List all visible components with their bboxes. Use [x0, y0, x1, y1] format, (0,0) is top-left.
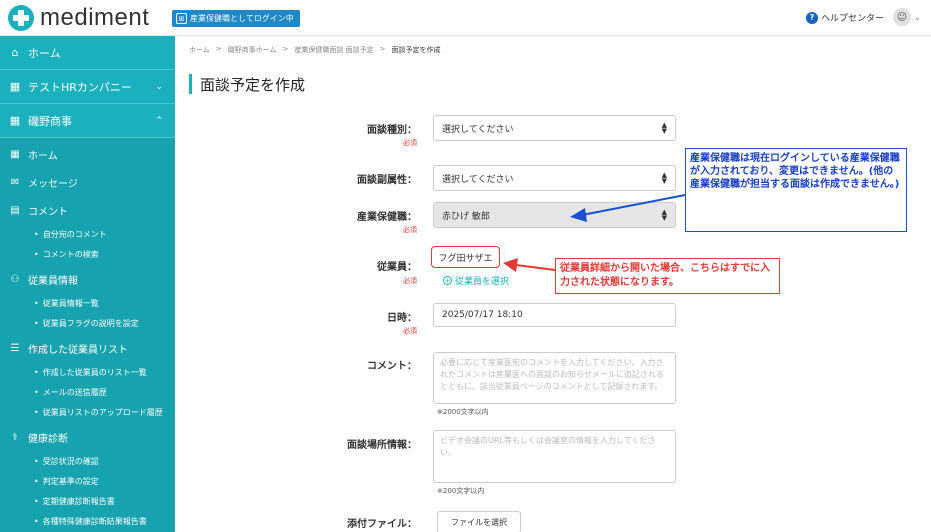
sidebar-item-comment-search[interactable]: コメントの検索: [34, 247, 99, 261]
sidebar-item-employee-info[interactable]: ⚇ 従業員情報: [8, 271, 78, 287]
sidebar-item-label: 作成した従業員リスト: [28, 344, 128, 356]
cross-logo-icon: [8, 5, 34, 31]
chevron-down-icon: ⌄: [155, 81, 163, 92]
hospital-icon: ⊞: [176, 13, 187, 24]
sidebar-submenu: [0, 138, 175, 532]
sidebar-item-label: 従業員情報: [28, 275, 78, 287]
home-icon: ⌂: [11, 46, 19, 59]
sidebar-item-label: メッセージ: [28, 178, 78, 190]
login-role-label: 産業保健職としてログイン中: [190, 14, 294, 23]
users-icon: ⚇: [10, 273, 20, 285]
sidebar-item-employee-list[interactable]: 従業員情報一覧: [34, 296, 99, 310]
breadcrumb-client-home[interactable]: 磯野商事ホーム: [228, 45, 277, 55]
interview-type-select[interactable]: 選択してください ▲ ▼: [433, 115, 676, 141]
mail-icon: ✉: [10, 176, 20, 188]
comment-textarea[interactable]: 必要に応じて産業医宛のコメントを入力してください。入力されたコメントは産業医への…: [433, 352, 676, 404]
sidebar-item-employee-flag[interactable]: 従業員フラグの説明を設定: [34, 316, 139, 330]
sidebar-home-label: ホーム: [28, 46, 61, 60]
breadcrumb-home[interactable]: ホーム: [189, 45, 210, 55]
sidebar-item-created-list-list[interactable]: 作成した従業員のリスト一覧: [34, 365, 147, 379]
place-limit-note: ※200文字以内: [437, 487, 485, 495]
red-arrow-head: [503, 258, 518, 272]
building-icon: ▦: [9, 80, 21, 93]
sidebar-item-created-list[interactable]: ☰ 作成した従業員リスト: [8, 340, 128, 356]
user-icon: ☺: [893, 8, 911, 26]
sidebar-company-label: テストHRカンパニー: [28, 80, 132, 94]
sidebar-item-upload-history[interactable]: 従業員リストのアップロード履歴: [34, 405, 163, 419]
required-mark: 必須: [403, 277, 417, 285]
sidebar-item-comment-mine[interactable]: 自分宛のコメント: [34, 227, 107, 241]
select-arrows-icon: ▲ ▼: [661, 121, 667, 135]
file-label: 添付ファイル：: [347, 519, 417, 530]
required-mark: 必須: [403, 226, 417, 234]
chevron-down-icon: ⌄: [914, 12, 921, 22]
sidebar-item-comment[interactable]: ▤ コメント: [8, 202, 68, 218]
interview-subattr-select[interactable]: 選択してください ▲ ▼: [433, 165, 676, 191]
red-arrow-line: [515, 264, 556, 271]
sidebar-item-company[interactable]: ▦ テストHRカンパニー ⌄: [0, 70, 175, 104]
sidebar-item-home[interactable]: ⌂ ホーム: [0, 36, 175, 70]
breadcrumb-current: 面談予定を作成: [391, 46, 441, 54]
help-center-link[interactable]: ? ヘルプセンター: [806, 11, 884, 24]
employee-value: フグ田サザエ: [431, 246, 500, 268]
sidebar-item-label: ホーム: [28, 150, 58, 162]
stethoscope-icon: ⚕: [12, 431, 18, 443]
user-list-icon: ☰: [10, 342, 20, 354]
user-menu[interactable]: ☺ ⌄: [893, 8, 921, 26]
select-employee-link[interactable]: + 従業員を選択: [443, 274, 509, 287]
employee-note-callout: 従業員詳細から開いた場合、こちらはすでに入力された状態になります。: [555, 258, 780, 294]
breadcrumb-separator: >: [379, 45, 386, 53]
select-arrows-icon: ▲ ▼: [661, 208, 667, 222]
comment-label: コメント：: [367, 361, 417, 372]
mediment-logo[interactable]: mediment: [8, 4, 149, 32]
login-role-badge: ⊞ 産業保健職としてログイン中: [172, 10, 300, 27]
place-label: 面談場所情報：: [347, 440, 417, 451]
sidebar-item-special-report[interactable]: 各種特殊健康診断結果報告書: [34, 514, 147, 528]
chevron-up-icon: ⌃: [155, 115, 163, 126]
sidebar-item-criteria[interactable]: 判定基準の設定: [34, 474, 99, 488]
select-employee-label: 従業員を選択: [455, 277, 510, 287]
sidebar-item-status[interactable]: 受診状況の確認: [34, 454, 99, 468]
app-header: mediment ⊞ 産業保健職としてログイン中 ? ヘルプセンター ☺ ⌄: [0, 0, 931, 36]
place-textarea[interactable]: ビデオ会議のURL等もしくは会議室の情報を入力してください。: [433, 430, 676, 483]
staff-label: 産業保健職：: [357, 212, 417, 223]
comment-limit-note: ※2000文字以内: [437, 408, 489, 416]
sidebar-item-label: 健康診断: [28, 433, 68, 445]
sidebar-item-mail-history[interactable]: メールの送信履歴: [34, 385, 107, 399]
help-center-label: ヘルプセンター: [821, 14, 885, 24]
sidebar-client-label: 磯野商事: [28, 114, 72, 128]
staff-note-callout: 産業保健職は現在ログインしている産業保健職が入力されており、変更はできません。(…: [685, 148, 907, 232]
sidebar-item-client-home[interactable]: ▦ ホーム: [8, 146, 58, 162]
sidebar-item-message[interactable]: ✉ メッセージ: [8, 174, 78, 190]
building-icon: ▦: [9, 114, 21, 127]
logo-text: mediment: [40, 4, 150, 31]
building-icon: ▦: [10, 148, 20, 160]
sidebar-item-health-check[interactable]: ⚕ 健康診断: [8, 429, 68, 445]
sidebar-item-report[interactable]: 定期健康診断報告書: [34, 494, 115, 508]
interview-type-value: 選択してください: [442, 124, 514, 135]
interview-subattr-value: 選択してください: [442, 174, 514, 185]
sidebar: ⌂ ホーム ▦ テストHRカンパニー ⌄ ▦ 磯野商事 ⌃ ▦ ホーム ✉ メッ…: [0, 36, 175, 532]
employee-label: 従業員：: [377, 262, 417, 273]
page-title: 面談予定を作成: [189, 74, 305, 94]
breadcrumb-interviews[interactable]: 産業保健職面談 面談予定: [294, 45, 373, 55]
sidebar-item-client[interactable]: ▦ 磯野商事 ⌃: [0, 104, 175, 138]
choose-file-button[interactable]: ファイルを選択: [437, 511, 521, 532]
comment-icon: ▤: [10, 204, 20, 216]
breadcrumb-separator: >: [282, 45, 289, 53]
select-arrows-icon: ▲ ▼: [661, 171, 667, 185]
datetime-label: 日時：: [387, 313, 417, 324]
datetime-input[interactable]: 2025/07/17 18:10: [433, 303, 676, 327]
staff-value: 赤ひげ 敏郎: [442, 211, 490, 222]
breadcrumb: ホーム > 磯野商事ホーム > 産業保健職面談 面談予定 > 面談予定を作成: [189, 45, 440, 55]
interview-type-label: 面談種別：: [367, 125, 417, 136]
required-mark: 必須: [403, 327, 417, 335]
plus-circle-icon: +: [443, 276, 452, 285]
breadcrumb-separator: >: [215, 45, 222, 53]
question-icon: ?: [806, 11, 818, 24]
required-mark: 必須: [403, 139, 417, 147]
staff-select: 赤ひげ 敏郎 ▲ ▼: [433, 202, 676, 228]
sidebar-item-label: コメント: [28, 206, 68, 218]
interview-subattr-label: 面談副属性：: [357, 175, 417, 186]
